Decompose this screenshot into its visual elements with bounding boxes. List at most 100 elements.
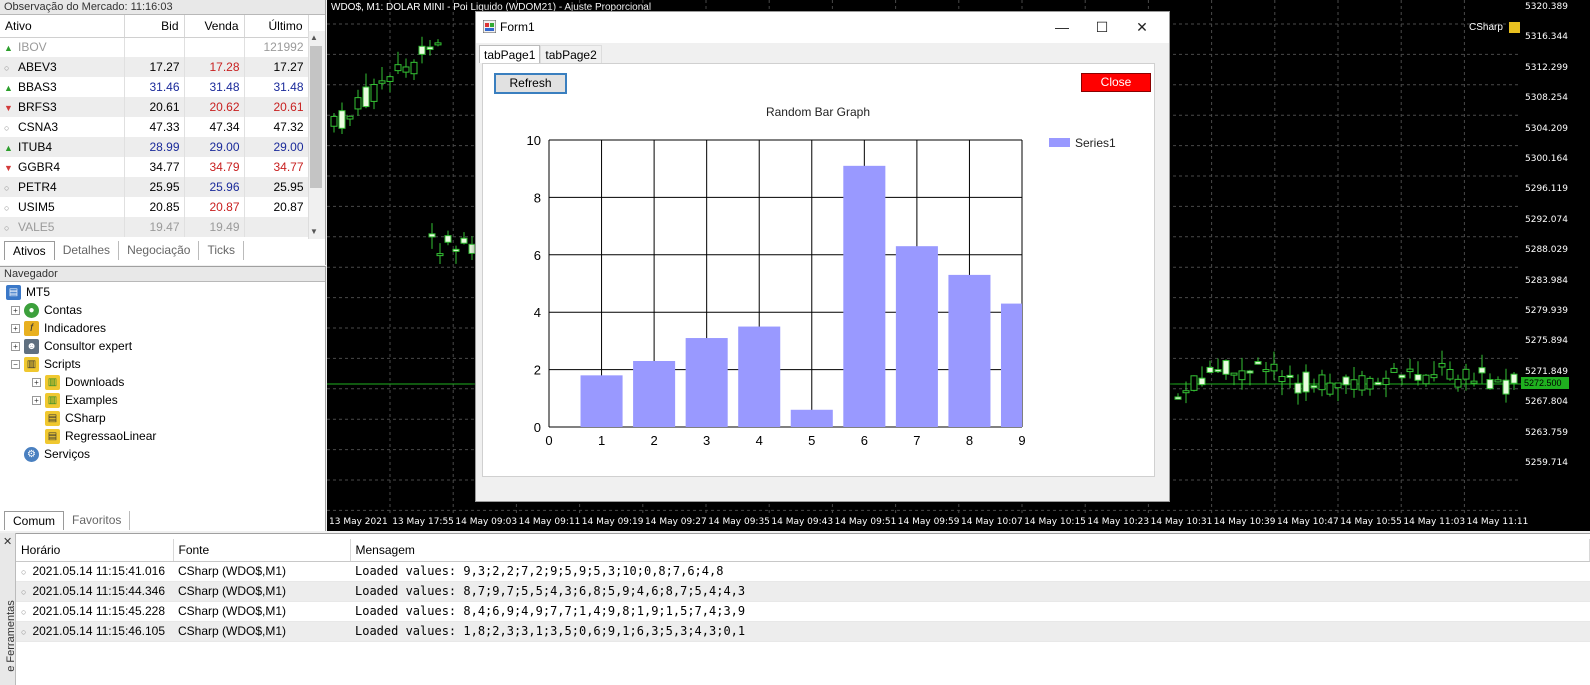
candle-body	[1286, 374, 1294, 378]
indicators-icon: f	[24, 320, 39, 336]
log-row[interactable]: ○ 2021.05.14 11:15:46.105 CSharp (WDO$,M1)…	[16, 621, 1590, 642]
arrow-up-icon: ▲	[4, 83, 13, 93]
bid-value: 25.95	[124, 177, 185, 197]
col-fonte[interactable]: Fonte	[173, 539, 351, 562]
minimize-button[interactable]: —	[1042, 16, 1082, 38]
col-horario[interactable]: Horário	[16, 539, 174, 562]
script-folder-icon: ▥	[45, 392, 60, 408]
nav-item-downloads[interactable]: + ▥ Downloads	[0, 373, 320, 391]
legend-swatch	[1049, 138, 1070, 147]
market-row[interactable]: ▼ GGBR4 34.77 34.79 34.77	[0, 157, 309, 177]
tab-favoritos[interactable]: Favoritos	[64, 511, 131, 530]
candle-body	[1326, 382, 1334, 395]
nav-item-servicos[interactable]: ⚙ Serviços	[0, 445, 320, 463]
tab-tabpage1[interactable]: tabPage1	[479, 45, 541, 63]
col-ultimo[interactable]: Último	[244, 15, 309, 38]
candle-body	[1198, 377, 1206, 386]
market-watch-scroll-thumb[interactable]	[310, 46, 322, 188]
price-label: 5296.119	[1525, 184, 1568, 195]
col-ativo[interactable]: Ativo	[0, 15, 125, 38]
tab-comum[interactable]: Comum	[4, 511, 65, 530]
form1-title: Form1	[500, 20, 535, 34]
last-value: 17.27	[244, 57, 309, 77]
tab-tabpage2[interactable]: tabPage2	[540, 45, 602, 63]
candle-body	[1494, 379, 1502, 383]
tab-ativos[interactable]: Ativos	[4, 241, 55, 260]
expand-icon[interactable]: +	[32, 377, 41, 387]
candle-body	[1382, 377, 1390, 386]
nav-item-contas[interactable]: + ● Contas	[0, 301, 320, 319]
form1-titlebar[interactable]: Form1 — ☐ ✕	[476, 12, 1169, 43]
candle-body	[1310, 385, 1318, 389]
refresh-button[interactable]: Refresh	[494, 73, 567, 94]
bid-value: 34.77	[124, 157, 185, 177]
tab-detalhes[interactable]: Detalhes	[55, 241, 120, 260]
candle-body	[426, 46, 434, 50]
price-label: 5300.164	[1525, 154, 1568, 164]
time-label: 14 May 09:11	[518, 517, 581, 527]
close-toolbox-icon[interactable]: ✕	[3, 535, 12, 548]
circle-icon: ○	[4, 223, 10, 233]
col-mensagem[interactable]: Mensagem	[350, 539, 1590, 562]
bid-value: 20.85	[124, 197, 185, 217]
col-bid[interactable]: Bid	[124, 15, 185, 38]
tab-ticks[interactable]: Ticks	[199, 241, 244, 260]
candle-body	[1238, 370, 1246, 381]
ask-value: 25.96	[184, 177, 245, 197]
col-venda[interactable]: Venda	[184, 15, 245, 38]
price-label: 5312.299	[1525, 62, 1568, 73]
close-button[interactable]: Close	[1081, 73, 1151, 92]
log-row[interactable]: ○ 2021.05.14 11:15:44.346 CSharp (WDO$,M1)…	[16, 581, 1590, 602]
experts-log-table: Horário Fonte Mensagem ○ 2021.05.14 11:15…	[16, 539, 1590, 642]
time-label: 14 May 09:03	[455, 517, 518, 527]
ask-value: 31.48	[184, 77, 245, 97]
market-row[interactable]: ○ CSNA3 47.33 47.34 47.32	[0, 117, 309, 137]
log-row[interactable]: ○ 2021.05.14 11:15:45.228 CSharp (WDO$,M1)…	[16, 601, 1590, 622]
tab-negociacao[interactable]: Negociação	[119, 241, 200, 260]
time-label: 14 May 09:51	[834, 517, 897, 527]
market-row[interactable]: ○ USIM5 20.85 20.87 20.87	[0, 197, 309, 217]
log-row[interactable]: ○ 2021.05.14 11:15:41.016 CSharp (WDO$,M1)…	[16, 561, 1590, 582]
log-source: CSharp (WDO$,M1)	[173, 581, 350, 602]
candle-body	[418, 45, 426, 55]
time-label: 14 May 10:47	[1277, 517, 1339, 527]
nav-item-examples[interactable]: + ▥ Examples	[0, 391, 320, 409]
market-row[interactable]: ▲ BBAS3 31.46 31.48 31.48	[0, 77, 309, 97]
nav-item-regressaolinear[interactable]: ▤ RegressaoLinear	[0, 427, 320, 445]
candle-body	[1294, 382, 1302, 394]
market-watch-table: Ativo Bid Venda Último ▲ IBOV 121992 ○ ABEV3…	[0, 15, 309, 237]
collapse-icon[interactable]: −	[11, 359, 20, 369]
market-row[interactable]: ▼ BRFS3 20.61 20.62 20.61	[0, 97, 309, 117]
candle-body	[1246, 370, 1254, 374]
market-watch-panel: Observação do Mercado: 11:16:03 Ativo Bi…	[0, 0, 326, 265]
y-tick-label: 4	[534, 305, 541, 320]
candle-body	[1334, 382, 1342, 389]
price-label: 5259.714	[1525, 458, 1568, 468]
nav-item-consultor-expert[interactable]: + ☻ Consultor expert	[0, 337, 320, 355]
market-row[interactable]: ○ ABEV3 17.27 17.28 17.27	[0, 57, 309, 77]
nav-item-scripts[interactable]: − ▥ Scripts	[0, 355, 320, 373]
indicator-label: CSharp	[1469, 22, 1503, 33]
expand-icon[interactable]: +	[32, 395, 41, 405]
market-row[interactable]: ▲ IBOV 121992	[0, 37, 309, 57]
candle-body	[444, 235, 452, 243]
log-message: Loaded values: 8,7;9,7;5,5;4,3;6,8;5,9;4…	[350, 581, 1590, 602]
market-row[interactable]: ○ VALE5 19.47 19.49	[0, 217, 309, 237]
scroll-down-icon[interactable]: ▼	[310, 227, 318, 236]
info-circle-icon: ○	[21, 567, 27, 577]
price-label: 5283.984	[1525, 275, 1568, 286]
scroll-up-icon[interactable]: ▲	[310, 33, 318, 42]
close-window-button[interactable]: ✕	[1122, 16, 1162, 38]
nav-item-mt5[interactable]: ▤ MT5	[0, 283, 320, 301]
nav-item-indicadores[interactable]: + f Indicadores	[0, 319, 320, 337]
nav-item-csharp[interactable]: ▤ CSharp	[0, 409, 320, 427]
market-row[interactable]: ○ PETR4 25.95 25.96 25.95	[0, 177, 309, 197]
market-row[interactable]: ▲ ITUB4 28.99 29.00 29.00	[0, 137, 309, 157]
expand-icon[interactable]: +	[11, 341, 20, 351]
expand-icon[interactable]: +	[11, 305, 20, 315]
candle-body	[1510, 373, 1518, 384]
symbol-name: ITUB4	[18, 140, 53, 154]
expand-icon[interactable]: +	[11, 323, 20, 333]
maximize-button[interactable]: ☐	[1082, 16, 1122, 38]
services-icon: ⚙	[24, 446, 39, 462]
